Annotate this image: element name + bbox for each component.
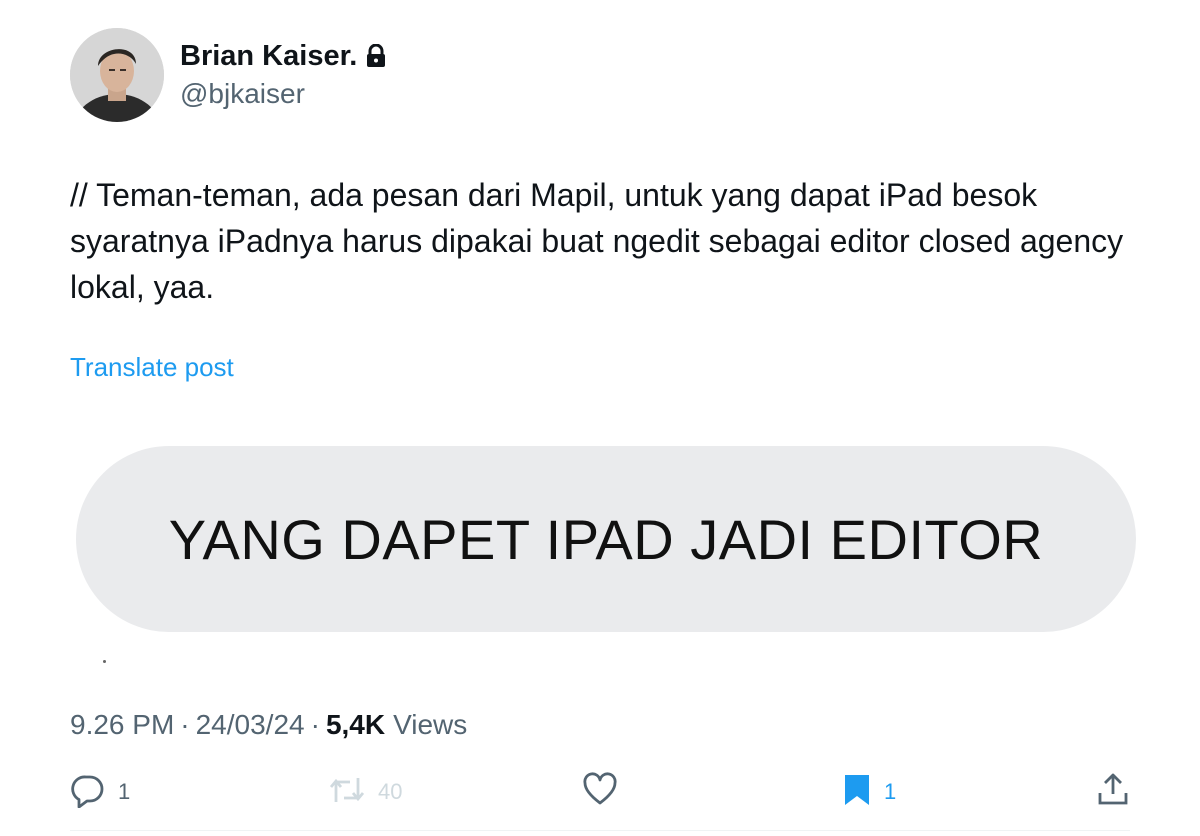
post-image[interactable]: YANG DAPET IPAD JADI EDITOR — [76, 446, 1136, 632]
display-name-row: Brian Kaiser. — [180, 38, 387, 74]
share-icon — [1096, 772, 1130, 813]
views-label: Views — [393, 709, 468, 740]
reply-button[interactable]: 1 — [70, 770, 130, 814]
meta-separator: · — [310, 709, 320, 740]
repost-count: 40 — [378, 779, 403, 804]
action-bar: 1 40 1 — [70, 770, 1130, 814]
bookmark-icon — [842, 772, 872, 813]
reply-icon — [70, 772, 106, 813]
bookmark-button[interactable]: 1 — [842, 770, 896, 814]
post-date[interactable]: 24/03/24 — [196, 707, 305, 743]
repost-button[interactable]: 40 — [328, 770, 402, 814]
reply-count: 1 — [118, 779, 131, 804]
image-text: YANG DAPET IPAD JADI EDITOR — [168, 507, 1044, 571]
avatar[interactable] — [70, 28, 164, 122]
image-artifact-dot — [103, 660, 106, 663]
share-button[interactable] — [1096, 770, 1130, 814]
divider — [70, 830, 1130, 831]
bookmark-count: 1 — [884, 779, 897, 804]
like-button[interactable] — [582, 770, 618, 814]
meta-separator: · — [180, 709, 190, 740]
post-meta: 9.26 PM · 24/03/24 · 5,4K Views — [70, 707, 467, 743]
post-header: Brian Kaiser. @bjkaiser — [70, 28, 387, 122]
post-text: // Teman-teman, ada pesan dari Mapil, un… — [70, 177, 1133, 305]
author-names: Brian Kaiser. @bjkaiser — [180, 38, 387, 112]
lock-icon — [365, 43, 387, 68]
post-time[interactable]: 9.26 PM — [70, 707, 174, 743]
post-card: Brian Kaiser. @bjkaiser // Teman-teman, … — [0, 0, 1200, 836]
repost-icon — [328, 772, 366, 813]
display-name[interactable]: Brian Kaiser. — [180, 38, 357, 74]
translate-post-link[interactable]: Translate post — [70, 350, 234, 384]
views-count: 5,4K — [325, 709, 386, 740]
user-handle[interactable]: @bjkaiser — [180, 76, 387, 112]
heart-icon — [582, 771, 618, 813]
